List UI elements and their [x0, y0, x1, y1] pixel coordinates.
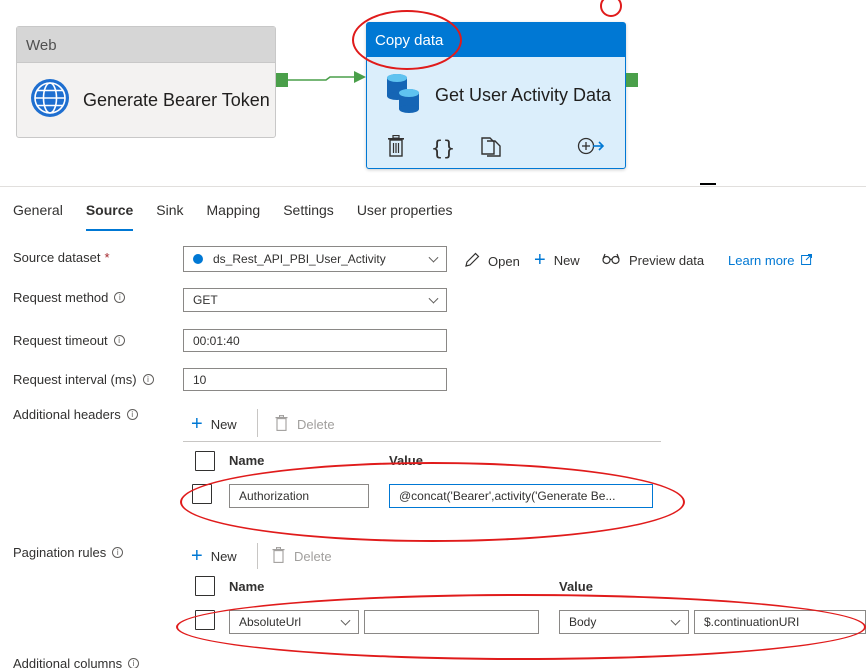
plus-icon: +	[191, 413, 203, 435]
add-output-icon[interactable]	[577, 136, 605, 161]
header-name-input[interactable]: Authorization	[229, 484, 369, 508]
learn-more-link[interactable]: Learn more	[728, 253, 813, 268]
pagination-name-select[interactable]: AbsoluteUrl	[229, 610, 359, 634]
chevron-down-icon	[670, 615, 681, 626]
headers-toolbar-underline	[183, 441, 661, 442]
web-activity-type: Web	[17, 27, 275, 63]
web-activity-card[interactable]: Web Generate Bearer Token	[16, 26, 276, 138]
properties-tabs: General Source Sink Mapping Settings Use…	[0, 186, 866, 231]
info-icon[interactable]: i	[128, 658, 140, 668]
source-dataset-label: Source dataset *	[13, 250, 110, 265]
tab-general[interactable]: General	[13, 187, 63, 231]
request-timeout-input[interactable]: 00:01:40	[183, 329, 447, 352]
tab-mapping[interactable]: Mapping	[207, 187, 261, 231]
pagination-value-input[interactable]: $.continuationURI	[694, 610, 866, 634]
copy-activity-output-port[interactable]	[626, 73, 638, 87]
tab-source[interactable]: Source	[85, 187, 134, 231]
open-dataset-button[interactable]: Open	[464, 252, 520, 271]
web-activity-output-port[interactable]	[276, 73, 288, 87]
request-interval-label: Request interval (ms) i	[13, 372, 154, 387]
headers-select-all-checkbox[interactable]	[195, 451, 215, 471]
new-dataset-button[interactable]: + New	[534, 250, 580, 270]
code-icon[interactable]: {}	[431, 136, 455, 160]
pagination-delete-button[interactable]: Delete	[272, 546, 332, 566]
request-timeout-label: Request timeout i	[13, 333, 125, 348]
pagination-new-button[interactable]: + New	[191, 546, 237, 566]
pagination-select-all-checkbox[interactable]	[195, 576, 215, 596]
additional-columns-label: Additional columns i	[13, 656, 140, 668]
pagination-col-value: Value	[559, 579, 593, 594]
plus-icon: +	[534, 249, 546, 271]
copy-activity-title: Get User Activity Data	[435, 85, 612, 105]
pagination-name-extra-input[interactable]	[364, 610, 539, 634]
additional-headers-label: Additional headers i	[13, 407, 138, 422]
pagination-value-type-select[interactable]: Body	[559, 610, 689, 634]
dataset-icon	[193, 254, 203, 264]
copy-activity-type: Copy data	[367, 23, 625, 57]
tab-sink[interactable]: Sink	[156, 187, 183, 231]
pagination-rules-label: Pagination rules i	[13, 545, 124, 560]
headers-delete-button[interactable]: Delete	[275, 414, 335, 434]
delete-icon	[272, 546, 285, 566]
header-value-input[interactable]: @concat('Bearer',activity('Generate Be..…	[389, 484, 653, 508]
glasses-icon	[602, 253, 620, 268]
annotation-circle	[600, 0, 622, 17]
request-method-label: Request method i	[13, 290, 126, 305]
request-method-select[interactable]: GET	[183, 288, 447, 312]
copy-icon[interactable]	[481, 135, 501, 162]
info-icon[interactable]: i	[112, 547, 124, 558]
header-row-checkbox[interactable]	[192, 484, 212, 504]
chevron-down-icon	[340, 615, 351, 626]
delete-icon[interactable]	[387, 134, 405, 162]
headers-col-name: Name	[229, 453, 265, 468]
required-mark: *	[104, 250, 110, 265]
pagination-row-checkbox[interactable]	[195, 610, 215, 630]
pagination-col-name: Name	[229, 579, 265, 594]
preview-data-button[interactable]: Preview data	[602, 253, 704, 268]
tab-settings[interactable]: Settings	[283, 187, 334, 231]
headers-new-button[interactable]: + New	[191, 414, 237, 434]
canvas-marker	[700, 183, 716, 185]
info-icon[interactable]: i	[142, 374, 154, 385]
pencil-icon	[464, 252, 480, 271]
chevron-down-icon	[428, 252, 439, 263]
tab-user-properties[interactable]: User properties	[357, 187, 453, 231]
toolbar-divider	[257, 543, 258, 569]
info-icon[interactable]: i	[114, 292, 126, 303]
chevron-down-icon	[428, 293, 439, 304]
request-interval-input[interactable]: 10	[183, 368, 447, 391]
activity-connector	[288, 71, 366, 83]
plus-icon: +	[191, 545, 203, 567]
database-icon	[383, 71, 423, 120]
headers-col-value: Value	[389, 453, 423, 468]
web-activity-title: Generate Bearer Token	[83, 89, 270, 110]
toolbar-divider	[257, 409, 258, 437]
delete-icon	[275, 414, 288, 434]
pipeline-canvas: Web Generate Bearer Token Copy data Get …	[0, 0, 866, 186]
source-dataset-select[interactable]: ds_Rest_API_PBI_User_Activity	[183, 246, 447, 272]
external-link-icon	[801, 253, 813, 268]
copy-activity-card[interactable]: Copy data Get User Activity Data {}	[366, 22, 626, 169]
globe-icon	[29, 77, 71, 124]
info-icon[interactable]: i	[113, 335, 125, 346]
info-icon[interactable]: i	[126, 409, 138, 420]
